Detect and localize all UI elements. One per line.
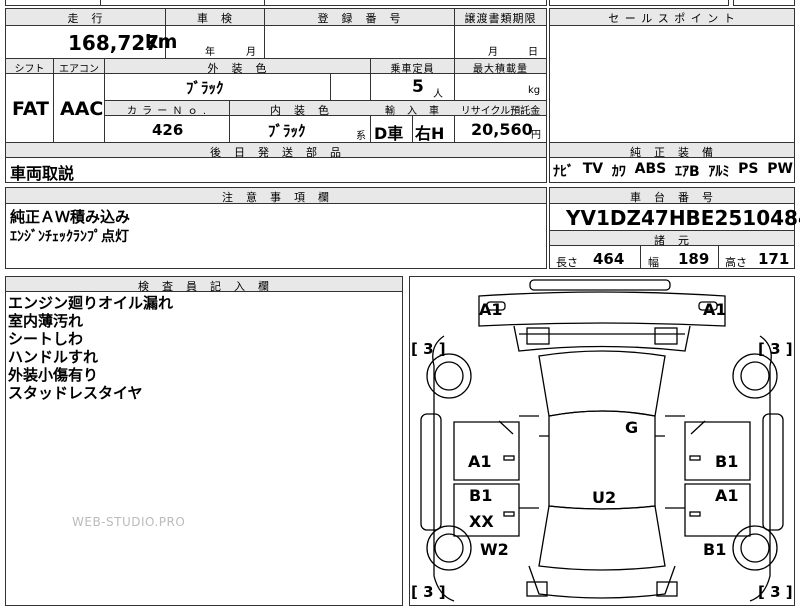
transfer-month: 月 — [488, 47, 498, 58]
exterior-color-value: ﾌﾞﾗｯｸ — [186, 79, 224, 97]
damage-left-rear-fender: W2 — [480, 540, 509, 559]
chassis-number: YV1DZ47HBE2510484 — [566, 206, 800, 230]
damage-glass: G — [625, 418, 639, 437]
specs-label: 諸 元 — [654, 234, 690, 247]
aircon-value: AAC — [60, 98, 104, 120]
width-value: 189 — [678, 250, 710, 268]
import-h-value: 右H — [415, 124, 445, 143]
follow-up-value: 車両取説 — [10, 164, 75, 183]
damage-right-rear-door: A1 — [715, 486, 739, 505]
interior-color-value: ﾌﾞﾗｯｸ — [268, 122, 306, 140]
inspector-line: 室内薄汚れ — [8, 312, 84, 330]
height-label: 高さ — [725, 256, 747, 269]
damage-front-left: A1 — [479, 300, 503, 319]
shift-value: FAT — [12, 98, 49, 120]
damage-left-rear-door-xx: XX — [469, 512, 494, 531]
front-bumper-part — [529, 279, 671, 291]
damage-left-front-door: A1 — [468, 452, 492, 471]
inspection-year: 年 — [205, 47, 215, 58]
damage-right-rear-fender: B1 — [703, 540, 727, 559]
length-label: 長さ — [556, 256, 578, 269]
damage-front-right: A1 — [703, 300, 727, 319]
height-value: 171 — [758, 250, 790, 268]
inspector-label: 検 査 員 記 入 欄 — [138, 280, 270, 293]
tire-tread-rear-left: [ 3 ] — [411, 583, 446, 601]
tire-tread-front-right: [ 3 ] — [758, 340, 793, 358]
car-diagram — [420, 279, 784, 602]
equipment-label: 純 正 装 備 — [630, 146, 714, 159]
windshield-part — [538, 350, 666, 417]
front-outline — [478, 291, 726, 327]
equipment-item: PW — [767, 161, 793, 177]
tire-tread-rear-right: [ 3 ] — [758, 583, 793, 601]
inspection-month: 月 — [246, 47, 256, 58]
equipment-item: ｴｱB — [674, 164, 700, 180]
color-no-label: カ ラ ー Ｎ ｏ . — [126, 106, 208, 117]
watermark: WEB-STUDIO.PRO — [72, 515, 186, 529]
color-no-value: 426 — [152, 121, 184, 139]
max-load-label: 最大積載量 — [473, 64, 528, 75]
transfer-deadline-label: 譲渡書類期限 — [464, 12, 537, 25]
damage-roof: U2 — [592, 488, 617, 507]
caution-line: ｴﾝｼﾞﾝﾁｪｯｸﾗﾝﾌﾟ点灯 — [10, 229, 129, 245]
recycle-unit: 円 — [531, 130, 541, 141]
exterior-color-label: 外 装 色 — [207, 62, 268, 75]
inspector-line: エンジン廻りオイル漏れ — [8, 294, 174, 312]
capacity-value: 5 — [412, 77, 424, 97]
equipment-item: ｱﾙﾐ — [708, 164, 730, 180]
recycle-label: リサイクル預託金 — [460, 106, 541, 117]
sales-point-label: セ ー ル ス ポ イ ン ト — [608, 12, 736, 25]
chassis-label: 車 台 番 号 — [630, 191, 714, 204]
inspector-line: 外装小傷有り — [8, 366, 99, 384]
length-value: 464 — [593, 250, 625, 268]
equipment-item: TV — [582, 161, 604, 177]
width-label: 幅 — [648, 256, 659, 269]
transfer-day: 日 — [528, 47, 538, 58]
registration-label: 登 録 番 号 — [317, 12, 402, 25]
import-label: 輸 入 車 — [385, 106, 440, 117]
import-d-value: D車 — [374, 124, 404, 143]
tire-tread-front-left: [ 3 ] — [411, 340, 446, 358]
follow-up-label: 後 日 発 送 部 品 — [210, 146, 342, 159]
max-load-unit: kg — [528, 85, 541, 96]
capacity-unit: 人 — [433, 89, 443, 100]
aircon-label: エアコン — [59, 64, 99, 75]
equipment-item: ﾅﾋﾞ — [553, 164, 574, 180]
caution-line: 純正ＡＷ積み込み — [10, 208, 131, 226]
mileage-label: 走 行 — [67, 12, 104, 25]
inspector-line: ハンドルすれ — [8, 348, 99, 366]
caution-label: 注 意 事 項 欄 — [222, 191, 330, 204]
interior-suffix: 系 — [356, 131, 366, 142]
equipment-item: ｶﾜ — [611, 164, 626, 180]
mileage-unit: km — [145, 31, 178, 53]
top-strip — [5, 0, 547, 6]
equipment-list: ﾅﾋﾞ TV ｶﾜ ABS ｴｱB ｱﾙﾐ PS PW — [553, 161, 793, 181]
shift-label: シフト — [14, 64, 45, 75]
damage-right-front-door: B1 — [715, 452, 739, 471]
equipment-item: ABS — [634, 161, 667, 177]
capacity-label: 乗車定員 — [390, 64, 435, 75]
equipment-item: PS — [738, 161, 759, 177]
interior-color-label: 内 装 色 — [270, 104, 330, 117]
inspector-line: シートしわ — [8, 330, 84, 348]
damage-left-rear-door: B1 — [469, 486, 493, 505]
inspection-label: 車 検 — [197, 12, 233, 25]
recycle-value: 20,560 — [471, 120, 533, 139]
inspector-line: スタッドレスタイヤ — [8, 384, 143, 402]
